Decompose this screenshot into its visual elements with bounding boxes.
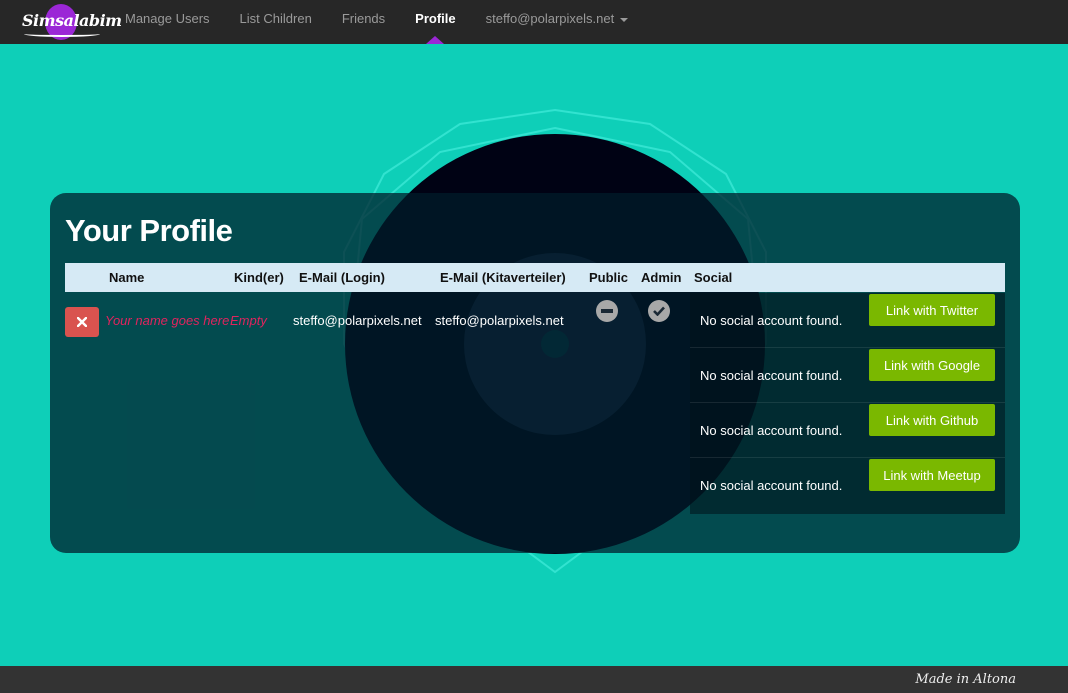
user-menu-label: steffo@polarpixels.net (485, 11, 615, 26)
social-status: No social account found. (700, 423, 843, 438)
column-header-email-kitaverteiler: E-Mail (Kitaverteiler) (440, 270, 566, 285)
footer: Made in Altona (0, 666, 1068, 693)
brand-logo[interactable]: Simsalabim (22, 2, 122, 42)
name-field[interactable]: Your name goes here (105, 313, 229, 329)
check-circle-icon[interactable] (648, 300, 670, 322)
social-row-google: No social account found. Link with Googl… (690, 348, 1005, 403)
column-header-public: Public (589, 270, 629, 285)
email-login-value: steffo@polarpixels.net (293, 313, 422, 328)
column-header-kinder: Kind(er) (234, 270, 284, 285)
page-title: Your Profile (65, 213, 233, 248)
children-field[interactable]: Empty (230, 313, 267, 329)
brand-name: Simsalabim (22, 11, 122, 30)
nav-item-manage-users[interactable]: Manage Users (110, 0, 225, 44)
social-status: No social account found. (700, 313, 843, 328)
check-glyph (653, 306, 665, 316)
minus-circle-icon[interactable] (596, 300, 618, 322)
delete-button[interactable] (65, 307, 99, 337)
social-status: No social account found. (700, 368, 843, 383)
profile-panel: Your Profile Name Kind(er) E-Mail (Login… (50, 193, 1020, 553)
link-google-button[interactable]: Link with Google (869, 349, 995, 381)
social-accounts-list: No social account found. Link with Twitt… (690, 293, 1005, 514)
link-twitter-button[interactable]: Link with Twitter (869, 294, 995, 326)
social-row-meetup: No social account found. Link with Meetu… (690, 458, 1005, 513)
social-row-twitter: No social account found. Link with Twitt… (690, 293, 1005, 348)
column-header-social: Social (694, 270, 733, 285)
top-navbar: Simsalabim Manage Users List Children Fr… (0, 0, 1068, 44)
close-icon (77, 317, 87, 327)
social-status: No social account found. (700, 478, 843, 493)
column-header-email-login: E-Mail (Login) (299, 270, 385, 285)
nav-item-profile[interactable]: Profile (400, 0, 470, 44)
link-github-button[interactable]: Link with Github (869, 404, 995, 436)
column-header-name: Name (109, 270, 145, 285)
table-header: Name Kind(er) E-Mail (Login) E-Mail (Kit… (65, 263, 1005, 292)
column-header-admin: Admin (641, 270, 682, 285)
brand-swash (24, 31, 100, 37)
chevron-down-icon (620, 17, 629, 22)
user-menu-dropdown[interactable]: steffo@polarpixels.net (471, 0, 644, 44)
minus-glyph (601, 309, 613, 313)
social-row-github: No social account found. Link with Githu… (690, 403, 1005, 458)
footer-text: Made in Altona (915, 672, 1016, 687)
nav-items: Manage Users List Children Friends Profi… (110, 0, 643, 44)
email-kitaverteiler-field[interactable]: steffo@polarpixels.net (435, 313, 564, 329)
nav-item-list-children[interactable]: List Children (225, 0, 327, 44)
nav-item-friends[interactable]: Friends (327, 0, 400, 44)
link-meetup-button[interactable]: Link with Meetup (869, 459, 995, 491)
